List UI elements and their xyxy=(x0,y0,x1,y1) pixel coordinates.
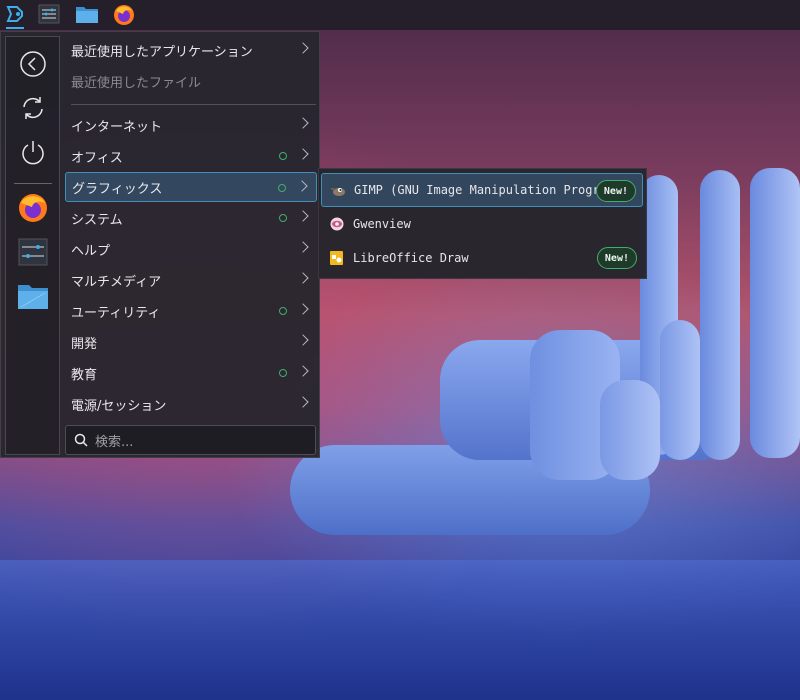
application-menu: 最近使用したアプリケーション 最近使用したファイル インターネット オフィス グ… xyxy=(0,31,320,458)
submenu-item-label: LibreOffice Draw xyxy=(353,251,469,265)
menu-item-graphics[interactable]: グラフィックス xyxy=(65,172,317,202)
menu-item-help[interactable]: ヘルプ xyxy=(65,234,317,264)
menu-item-recent-applications[interactable]: 最近使用したアプリケーション xyxy=(65,35,317,65)
libreoffice-draw-icon xyxy=(329,250,345,266)
menu-item-label: ヘルプ xyxy=(71,243,111,259)
file-manager-icon[interactable] xyxy=(16,279,50,313)
menu-item-internet[interactable]: インターネット xyxy=(65,110,317,140)
search-placeholder: 検索... xyxy=(95,434,134,450)
menu-item-office[interactable]: オフィス xyxy=(65,141,317,171)
new-indicator-dot xyxy=(279,214,287,222)
system-settings-icon[interactable] xyxy=(16,235,50,269)
new-indicator-dot xyxy=(279,307,287,315)
search-input[interactable]: 検索... xyxy=(65,425,316,455)
menu-item-system[interactable]: システム xyxy=(65,203,317,233)
new-indicator-dot xyxy=(278,184,286,192)
menu-item-label: 最近使用したアプリケーション xyxy=(71,44,253,60)
new-badge: New! xyxy=(595,180,636,202)
submenu-item-label: Gwenview xyxy=(353,217,411,231)
taskbar xyxy=(0,0,800,30)
menu-item-development[interactable]: 開発 xyxy=(65,327,317,357)
menu-item-label: 電源/セッション xyxy=(71,398,167,414)
submenu-item-label: GIMP (GNU Image Manipulation Program) xyxy=(354,183,622,197)
submenu-item-gwenview[interactable]: Gwenview xyxy=(321,207,643,241)
submenu-item-libreoffice-draw[interactable]: LibreOffice Draw New! xyxy=(321,241,643,275)
new-indicator-dot xyxy=(279,152,287,160)
back-icon[interactable] xyxy=(16,47,50,81)
active-indicator xyxy=(6,27,24,29)
menu-item-label: 最近使用したファイル xyxy=(71,75,202,91)
firefox-icon[interactable] xyxy=(16,191,50,225)
favorites-sidebar xyxy=(5,36,60,455)
menu-item-multimedia[interactable]: マルチメディア xyxy=(65,265,317,295)
menu-item-education[interactable]: 教育 xyxy=(65,358,317,388)
system-settings-icon[interactable] xyxy=(38,3,62,27)
menu-item-utilities[interactable]: ユーティリティ xyxy=(65,296,317,326)
gwenview-icon xyxy=(329,216,345,232)
submenu-item-gimp[interactable]: GIMP (GNU Image Manipulation Program) Ne… xyxy=(321,173,643,207)
new-badge: New! xyxy=(596,247,637,269)
power-icon[interactable] xyxy=(16,135,50,169)
menu-separator xyxy=(71,104,316,105)
search-icon xyxy=(74,433,88,447)
graphics-submenu: GIMP (GNU Image Manipulation Program) Ne… xyxy=(318,168,647,279)
menu-item-recent-files[interactable]: 最近使用したファイル xyxy=(65,66,317,96)
new-indicator-dot xyxy=(279,369,287,377)
menu-item-label: マルチメディア xyxy=(71,274,162,290)
firefox-icon[interactable] xyxy=(112,3,136,27)
gimp-icon xyxy=(330,182,346,198)
refresh-icon[interactable] xyxy=(16,91,50,125)
sidebar-separator xyxy=(14,183,52,184)
app-launcher-icon[interactable] xyxy=(4,3,28,27)
menu-item-label: 開発 xyxy=(71,336,98,352)
menu-item-label: インターネット xyxy=(71,119,163,135)
menu-item-power-session[interactable]: 電源/セッション xyxy=(65,389,317,419)
file-manager-icon[interactable] xyxy=(75,3,99,27)
